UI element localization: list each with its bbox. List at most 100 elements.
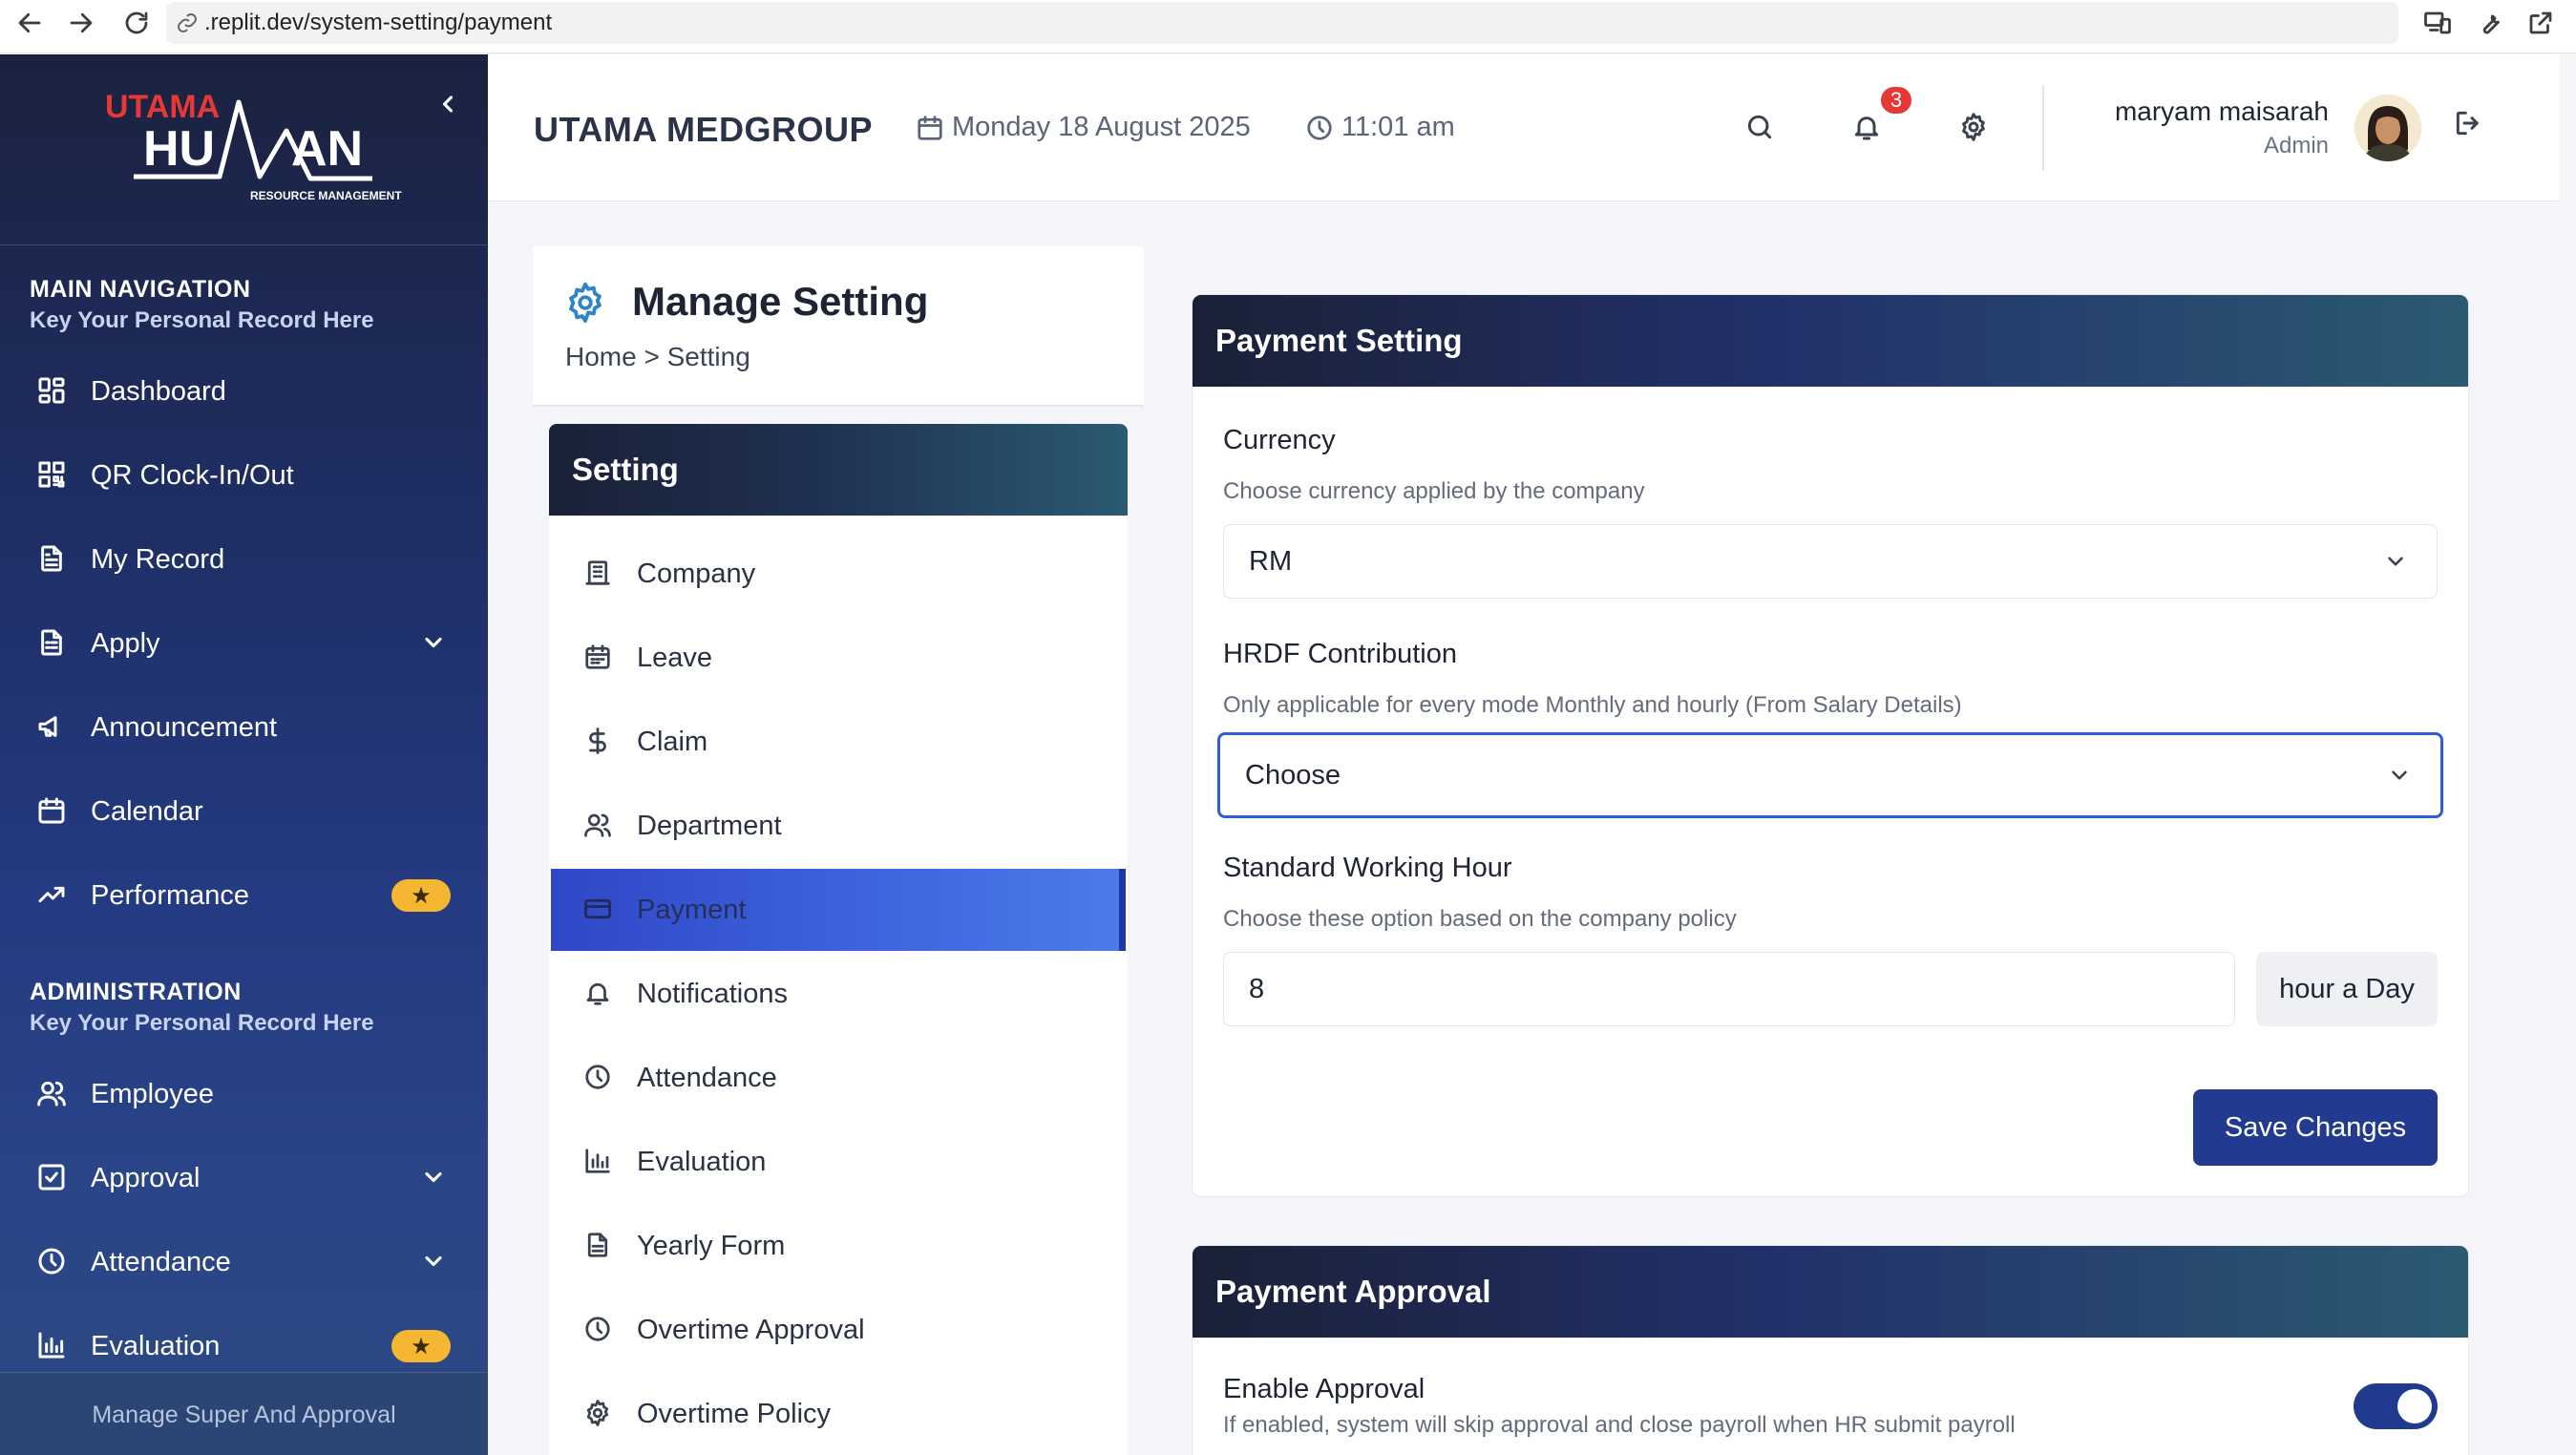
hrdf-help: Only applicable for every mode Monthly a… [1223, 692, 1962, 718]
date-text: Monday 18 August 2025 [952, 112, 1251, 142]
back-arrow-icon[interactable] [4, 2, 55, 44]
settings-item-label: Attendance [637, 1062, 777, 1093]
breadcrumb[interactable]: Home > Setting [565, 342, 750, 372]
hrdf-select[interactable]: Choose [1217, 732, 2443, 818]
save-changes-button[interactable]: Save Changes [2193, 1089, 2438, 1166]
gear-icon[interactable] [1954, 108, 1993, 146]
bell-icon [583, 979, 614, 1009]
working-hour-help: Choose these option based on the company… [1223, 906, 1737, 932]
settings-menu-title: Setting [549, 424, 1128, 516]
sidebar-item-label: My Record [91, 543, 225, 575]
devices-icon[interactable] [2412, 2, 2463, 44]
page-title: Manage Setting [632, 279, 929, 324]
sidebar-item-label: Dashboard [91, 375, 226, 407]
sidebar-item-attendance[interactable]: Attendance [0, 1229, 488, 1296]
megaphone-icon [36, 711, 69, 744]
settings-item-yearly-form[interactable]: Yearly Form [551, 1205, 1126, 1287]
sidebar-item-my-record[interactable]: My Record [0, 526, 488, 593]
document-icon [36, 543, 69, 576]
settings-item-label: Overtime Policy [637, 1398, 832, 1429]
working-hour-label: Standard Working Hour [1223, 853, 1512, 883]
chevron-down-icon [2387, 763, 2412, 788]
time-text: 11:01 am [1341, 112, 1455, 142]
company-logo[interactable]: UTAMA HU AN RESOURCE MANAGEMENT [95, 83, 420, 207]
top-header: UTAMA MEDGROUP Monday 18 August 2025 11:… [488, 54, 2560, 201]
user-name[interactable]: maryam maisarah [2054, 96, 2329, 127]
currency-select[interactable]: RM [1223, 524, 2438, 599]
trending-up-icon [36, 879, 69, 912]
calendar-icon [36, 795, 69, 828]
form-icon [36, 627, 69, 660]
payment-approval-card: Payment Approval Enable Approval If enab… [1192, 1245, 2469, 1455]
settings-item-payment[interactable]: Payment [551, 869, 1126, 951]
search-icon[interactable] [1741, 108, 1779, 146]
settings-item-overtime-approval[interactable]: Overtime Approval [551, 1289, 1126, 1371]
sidebar-item-evaluation[interactable]: Evaluation ★ [0, 1313, 488, 1380]
browser-toolbar: .replit.dev/system-setting/payment [0, 0, 2576, 53]
users-icon [583, 811, 614, 841]
settings-item-label: Overtime Approval [637, 1314, 865, 1345]
settings-menu: Setting Company Leave Claim Department P… [549, 424, 1128, 1455]
settings-item-notifications[interactable]: Notifications [551, 953, 1126, 1035]
chevron-down-icon[interactable] [420, 1248, 449, 1276]
working-hour-input[interactable]: 8 [1223, 952, 2235, 1026]
sidebar-item-performance[interactable]: Performance ★ [0, 862, 488, 929]
reload-icon[interactable] [111, 2, 162, 44]
dashboard-icon [36, 375, 69, 408]
clock-icon [583, 1315, 614, 1345]
sidebar-item-apply[interactable]: Apply [0, 610, 488, 677]
main-nav-title: MAIN NAVIGATION [30, 276, 251, 303]
link-icon [178, 13, 197, 32]
working-hour-unit: hour a Day [2256, 952, 2438, 1026]
sidebar-item-approval[interactable]: Approval [0, 1145, 488, 1212]
header-divider [2042, 85, 2044, 171]
avatar[interactable] [2354, 95, 2421, 161]
company-name: UTAMA MEDGROUP [534, 110, 873, 149]
sidebar-item-label: Approval [91, 1162, 201, 1193]
settings-item-label: Claim [637, 726, 708, 757]
chevron-down-icon[interactable] [420, 1164, 449, 1192]
settings-item-label: Department [637, 810, 782, 841]
svg-text:RESOURCE MANAGEMENT: RESOURCE MANAGEMENT [250, 189, 402, 202]
sidebar-item-calendar[interactable]: Calendar [0, 778, 488, 845]
toggle-knob [2397, 1389, 2432, 1423]
sidebar-footer-link[interactable]: Manage Super And Approval [0, 1372, 488, 1455]
star-badge: ★ [391, 879, 451, 912]
settings-item-label: Notifications [637, 978, 788, 1009]
sidebar-item-label: Evaluation [91, 1330, 221, 1361]
address-bar[interactable]: .replit.dev/system-setting/payment [166, 2, 2398, 44]
collapse-sidebar-icon[interactable] [434, 91, 465, 121]
settings-item-claim[interactable]: Claim [551, 701, 1126, 783]
sidebar-item-announcement[interactable]: Announcement [0, 694, 488, 761]
settings-item-company[interactable]: Company [551, 533, 1126, 615]
open-external-icon[interactable] [2515, 2, 2566, 44]
url-text: .replit.dev/system-setting/payment [204, 10, 553, 35]
settings-item-overtime-policy[interactable]: Overtime Policy [551, 1373, 1126, 1455]
settings-item-label: Evaluation [637, 1146, 767, 1177]
settings-item-leave[interactable]: Leave [551, 617, 1126, 699]
users-icon [36, 1078, 69, 1110]
bell-icon[interactable] [1848, 108, 1886, 146]
hrdf-value: Choose [1245, 759, 1341, 791]
dollar-icon [583, 727, 614, 757]
settings-item-label: Leave [637, 642, 713, 673]
sidebar-item-label: Apply [91, 627, 160, 659]
sidebar-item-dashboard[interactable]: Dashboard [0, 358, 488, 425]
forward-arrow-icon[interactable] [55, 2, 107, 44]
sidebar-item-label: QR Clock-In/Out [91, 459, 294, 491]
manage-setting-header: Manage Setting Home > Setting [533, 246, 1144, 407]
payment-approval-title: Payment Approval [1193, 1246, 2468, 1338]
clock-icon [583, 1063, 614, 1093]
chevron-down-icon[interactable] [420, 629, 449, 658]
wrench-icon[interactable] [2463, 2, 2515, 44]
enable-approval-toggle[interactable] [2354, 1383, 2438, 1429]
settings-item-attendance[interactable]: Attendance [551, 1037, 1126, 1119]
settings-item-evaluation[interactable]: Evaluation [551, 1121, 1126, 1203]
settings-item-department[interactable]: Department [551, 785, 1126, 867]
logout-icon[interactable] [2453, 108, 2491, 146]
sidebar-item-employee[interactable]: Employee [0, 1061, 488, 1128]
sidebar-item-qr-clock[interactable]: QR Clock-In/Out [0, 442, 488, 509]
calendar-icon [918, 115, 942, 140]
sidebar-item-label: Employee [91, 1078, 214, 1109]
star-badge: ★ [391, 1330, 451, 1362]
